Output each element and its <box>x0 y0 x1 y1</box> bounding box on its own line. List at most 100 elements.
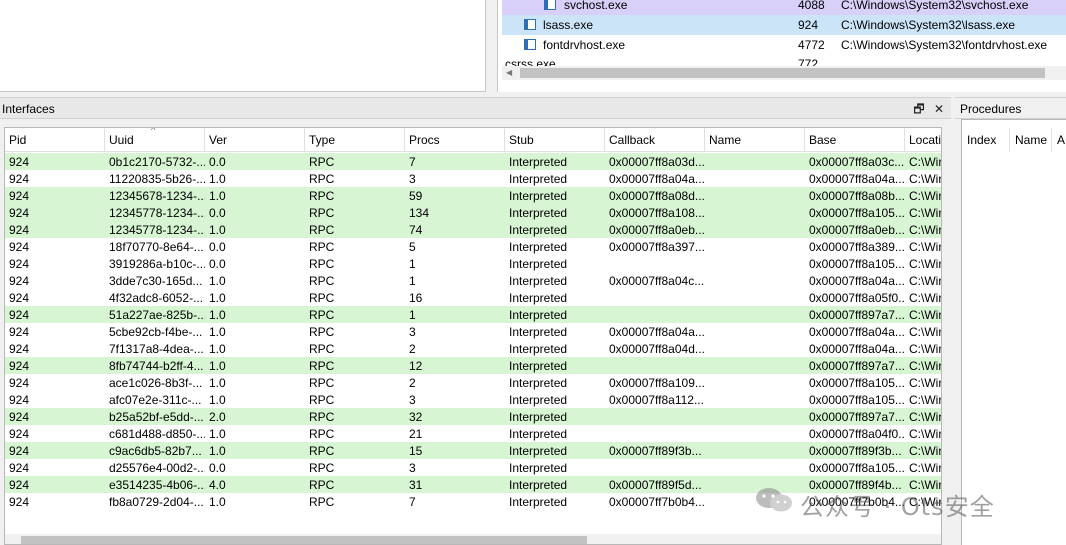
process-row-csrss[interactable]: csrss.exe 772 <box>502 54 1066 66</box>
cell-callback: 0x00007ff8a397... <box>609 240 705 254</box>
cell-uuid: 3919286a-b10c-... <box>109 257 205 271</box>
process-pid: 924 <box>798 18 819 32</box>
cell-procs: 31 <box>409 478 423 492</box>
cell-loc: C:\Wir <box>909 274 942 288</box>
restore-icon[interactable]: 🗗 <box>911 101 927 117</box>
cell-ver: 0.0 <box>209 461 226 475</box>
cell-loc: C:\Wir <box>909 257 942 271</box>
cell-base: 0x00007ff897a7... <box>809 410 905 424</box>
cell-callback: 0x00007ff8a04a... <box>609 325 705 339</box>
column-header-name[interactable]: Name <box>705 128 805 152</box>
cell-loc: C:\Wir <box>909 172 942 186</box>
cell-stub: Interpreted <box>509 274 568 288</box>
process-path: C:\Windows\System32\svchost.exe <box>841 0 1029 12</box>
scroll-left-icon[interactable]: ◀ <box>506 68 512 77</box>
cell-type: RPC <box>309 461 335 475</box>
process-icon <box>524 39 536 50</box>
cell-loc: C:\Wir <box>909 223 942 237</box>
cell-type: RPC <box>309 257 335 271</box>
process-row-svchost[interactable]: svchost.exe 4088 C:\Windows\System32\svc… <box>502 0 1066 15</box>
table-row[interactable]: 924 12345778-1234-... 1.0 RPC 74 Interpreted 0… <box>5 221 942 238</box>
table-row[interactable]: 924 b25a52bf-e5dd-... 2.0 RPC 32 Interpreted 0… <box>5 408 941 425</box>
column-header-stub[interactable]: Stub <box>505 128 605 152</box>
cell-ver: 1.0 <box>209 325 226 339</box>
table-row[interactable]: 924 ace1c026-8b3f-... 1.0 RPC 2 Interpreted 0x… <box>5 374 941 391</box>
column-header-location[interactable]: Locati <box>905 128 941 152</box>
cell-ver: 2.0 <box>209 410 226 424</box>
column-header-name[interactable]: Name <box>1010 128 1052 152</box>
table-row[interactable]: 924 c9ac6db5-82b7... 1.0 RPC 15 Interpreted 0x… <box>5 442 941 459</box>
table-row[interactable]: 924 18f70770-8e64-... 0.0 RPC 5 Interpreted 0x… <box>5 238 942 255</box>
cell-pid: 924 <box>9 376 30 390</box>
cell-pid: 924 <box>9 206 30 220</box>
procedures-grid[interactable]: Index Name A <box>961 119 1066 545</box>
cell-base: 0x00007ff8a105... <box>809 206 905 220</box>
cell-loc: C:\Wir <box>909 240 942 254</box>
process-pid: 4772 <box>798 38 825 52</box>
column-header-address[interactable]: A <box>1052 128 1066 152</box>
column-header-label: Uuid <box>109 133 134 147</box>
process-row-fontdrvhost[interactable]: fontdrvhost.exe 4772 C:\Windows\System32… <box>502 35 1066 55</box>
scroll-thumb[interactable] <box>520 68 1045 78</box>
column-header-index[interactable]: Index <box>962 128 1010 152</box>
column-header-ver[interactable]: Ver <box>205 128 305 152</box>
table-row[interactable]: 924 0b1c2170-5732-... 0.0 RPC 7 Interpreted 0x… <box>5 153 941 170</box>
panel-splitter[interactable] <box>944 119 952 545</box>
table-row[interactable]: 924 afc07e2e-311c-... 1.0 RPC 3 Interpreted 0x… <box>5 391 941 408</box>
cell-type: RPC <box>309 410 335 424</box>
cell-pid: 924 <box>9 172 30 186</box>
cell-base: 0x00007ff8a105... <box>809 257 905 271</box>
cell-ver: 1.0 <box>209 189 226 203</box>
cell-callback: 0x00007ff8a0eb... <box>609 223 705 237</box>
cell-uuid: afc07e2e-311c-... <box>109 393 202 407</box>
column-header-callback[interactable]: Callback <box>605 128 705 152</box>
interfaces-grid[interactable]: Pid Uuid Ver Type Procs Stub Callback Na… <box>4 127 942 545</box>
cell-uuid: 5cbe92cb-f4be-... <box>109 325 203 339</box>
cell-pid: 924 <box>9 444 30 458</box>
cell-ver: 1.0 <box>209 495 226 509</box>
cell-pid: 924 <box>9 393 30 407</box>
table-row[interactable]: 924 11220835-5b26-... 1.0 RPC 3 Interpreted 0x… <box>5 170 942 187</box>
table-row[interactable]: 924 c681d488-d850-... 1.0 RPC 21 Interpreted 0… <box>5 425 941 442</box>
table-row[interactable]: 924 3dde7c30-165d... 1.0 RPC 1 Interpreted 0x0… <box>5 272 942 289</box>
table-row[interactable]: 924 5cbe92cb-f4be-... 1.0 RPC 3 Interpreted 0x… <box>5 323 941 340</box>
cell-ver: 1.0 <box>209 342 226 356</box>
close-icon[interactable]: ✕ <box>931 101 947 117</box>
cell-pid: 924 <box>9 257 30 271</box>
column-header-procs[interactable]: Procs <box>405 128 505 152</box>
cell-base: 0x00007ff8a04f0... <box>809 427 905 441</box>
column-header-type[interactable]: Type <box>305 128 405 152</box>
cell-stub: Interpreted <box>509 206 568 220</box>
process-tree-hscrollbar[interactable]: ◀ <box>502 66 1066 80</box>
interfaces-hscrollbar[interactable] <box>5 534 941 544</box>
table-row[interactable]: 924 12345778-1234-... 0.0 RPC 134 Interpreted… <box>5 204 941 221</box>
table-row[interactable]: 924 3919286a-b10c-... 0.0 RPC 1 Interpreted 0x… <box>5 255 942 272</box>
procedures-title-bar: Procedures <box>955 97 1066 119</box>
cell-stub: Interpreted <box>509 359 568 373</box>
cell-type: RPC <box>309 359 335 373</box>
process-pid: 4088 <box>798 0 825 12</box>
process-row-lsass[interactable]: lsass.exe 924 C:\Windows\System32\lsass.… <box>502 15 1066 35</box>
cell-type: RPC <box>309 206 335 220</box>
table-row[interactable]: 924 7f1317a8-4dea-... 1.0 RPC 2 Interpreted 0x… <box>5 340 941 357</box>
cell-uuid: 11220835-5b26-... <box>109 172 205 186</box>
table-row[interactable]: 924 12345678-1234-... 1.0 RPC 59 Interpreted 0… <box>5 187 941 204</box>
cell-uuid: e3514235-4b06-... <box>109 478 205 492</box>
table-row[interactable]: 924 8fb74744-b2ff-4... 1.0 RPC 12 Interpreted… <box>5 357 941 374</box>
process-tree[interactable]: svchost.exe 4088 C:\Windows\System32\svc… <box>497 0 1066 92</box>
cell-ver: 1.0 <box>209 376 226 390</box>
table-row[interactable]: 924 51a227ae-825b-... 1.0 RPC 1 Interpreted 0x… <box>5 306 941 323</box>
cell-stub: Interpreted <box>509 155 568 169</box>
cell-ver: 1.0 <box>209 223 226 237</box>
cell-stub: Interpreted <box>509 189 568 203</box>
cell-stub: Interpreted <box>509 478 568 492</box>
table-row[interactable]: 924 d25576e4-00d2-... 0.0 RPC 3 Interpreted 0x… <box>5 459 941 476</box>
cell-uuid: 18f70770-8e64-... <box>109 240 204 254</box>
cell-procs: 59 <box>409 189 423 203</box>
scroll-thumb[interactable] <box>21 536 587 544</box>
column-header-pid[interactable]: Pid <box>5 128 105 152</box>
cell-uuid: 12345778-1234-... <box>109 206 205 220</box>
column-header-base[interactable]: Base <box>805 128 905 152</box>
table-row[interactable]: 924 4f32adc8-6052-... 1.0 RPC 16 Interpreted 0… <box>5 289 941 306</box>
cell-stub: Interpreted <box>509 223 568 237</box>
